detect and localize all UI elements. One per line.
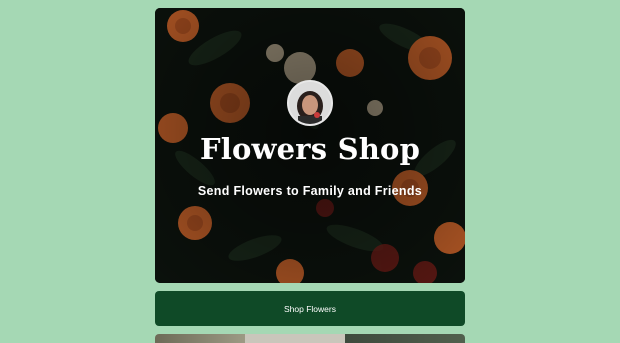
hero-card: Flowers Shop Send Flowers to Family and …: [155, 8, 465, 283]
next-card-preview: [155, 334, 465, 343]
page: Flowers Shop Send Flowers to Family and …: [0, 0, 620, 343]
page-title: Flowers Shop: [199, 132, 421, 166]
preview-image-2: [245, 334, 345, 343]
page-subtitle: Send Flowers to Family and Friends: [197, 184, 423, 198]
preview-image-3: [345, 334, 465, 343]
preview-image-1: [155, 334, 245, 343]
avatar: [287, 80, 333, 126]
profile-photo-icon: [289, 82, 331, 124]
shop-flowers-button[interactable]: Shop Flowers: [155, 291, 465, 326]
